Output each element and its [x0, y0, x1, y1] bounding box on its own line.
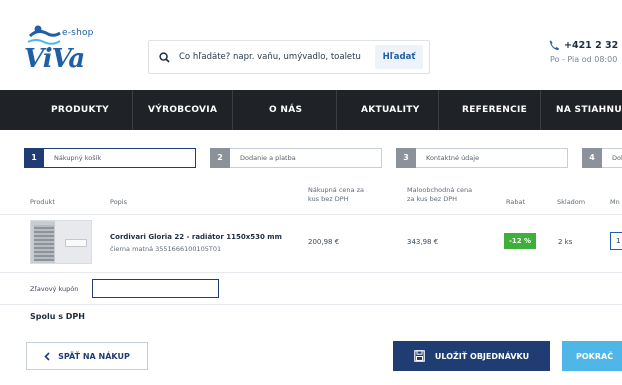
step-number: 2 [210, 147, 230, 168]
coupon-label: Zľavový kupón [30, 285, 79, 293]
col-header-retail-price: Maloobchodná cena za kus bez DPH [407, 186, 472, 204]
coupon-input[interactable] [92, 279, 219, 298]
main-nav: PRODUKTY VÝROBCOVIA O NÁS AKTUALITY REFE… [0, 90, 622, 130]
product-thumbnail[interactable] [30, 220, 92, 264]
search-input[interactable]: Čo hľadáte? napr. vaňu, umývadlo, toalet… [179, 52, 375, 62]
step-label: Dok [612, 154, 622, 162]
opening-hours: Po - Pia od 08:00 [550, 55, 618, 64]
table-divider [0, 272, 622, 273]
nav-separator [132, 90, 133, 130]
swimmer-logo-icon [27, 25, 61, 45]
col-header-product: Produkt [30, 198, 55, 206]
nav-item-manufacturers[interactable]: VÝROBCOVIA [148, 90, 217, 130]
col-header-purchase-line2: kus bez DPH [308, 194, 349, 203]
col-header-retail-line1: Maloobchodná cena [407, 186, 473, 194]
col-header-stock: Skladom [557, 198, 586, 206]
stock-count: 2 ks [558, 238, 573, 246]
quantity-input[interactable]: 1 [610, 232, 622, 250]
save-button-label: ULOŽIŤ OBJEDNÁVKU [434, 351, 530, 361]
step-label: Dodanie a platba [240, 154, 296, 162]
search-button[interactable]: Hľadať [375, 45, 423, 69]
chevron-left-icon [44, 351, 50, 361]
col-header-purchase-price: Nákupná cena za kus bez DPH [308, 186, 364, 204]
table-divider [0, 214, 622, 215]
col-header-retail-line2: za kus bez DPH [407, 194, 458, 203]
col-header-purchase-line1: Nákupná cena za [308, 186, 364, 194]
total-label: Spolu s DPH [30, 312, 85, 321]
checkout-step-delivery[interactable]: 2 Dodanie a platba [210, 147, 382, 168]
checkout-step-cart[interactable]: 1 Nákupný košík [24, 147, 196, 168]
save-icon [414, 350, 425, 362]
nav-item-news[interactable]: AKTUALITY [361, 90, 420, 130]
col-header-description: Popis [110, 198, 127, 206]
col-header-quantity: Mn [610, 198, 620, 206]
nav-separator [438, 90, 439, 130]
nav-separator [540, 90, 541, 130]
retail-price: 343,98 € [407, 238, 439, 246]
radiator-image [34, 225, 54, 261]
phone-number[interactable]: +421 2 32 2 [564, 40, 622, 51]
step-label: Nákupný košík [54, 154, 102, 162]
table-divider [0, 304, 622, 305]
step-label: Kontaktné údaje [426, 154, 480, 162]
search-bar: Čo hľadáte? napr. vaňu, umývadlo, toalet… [148, 40, 430, 74]
logo-eshop-text: e-shop [62, 28, 94, 38]
nav-item-products[interactable]: PRODUKTY [51, 90, 109, 130]
nav-separator [336, 90, 337, 130]
step-number: 4 [582, 147, 602, 168]
back-button-label: SPÄŤ NA NÁKUP [58, 351, 130, 361]
nav-item-about[interactable]: O NÁS [269, 90, 302, 130]
search-icon [149, 51, 179, 63]
nav-item-references[interactable]: REFERENCIE [462, 90, 527, 130]
continue-button-label: POKRAČ [576, 351, 614, 361]
phone-icon [549, 40, 559, 51]
product-name[interactable]: Cordivari Gloria 22 - radiátor 1150x530 … [110, 233, 282, 241]
contact-phone: +421 2 32 2 Po - Pia od 08:00 [548, 40, 622, 64]
viva-logo[interactable]: e-shop ViVa [24, 22, 124, 78]
step-number: 1 [24, 147, 44, 168]
nav-item-downloads[interactable]: NA STIAHNUT [556, 90, 622, 130]
back-to-shop-button[interactable]: SPÄŤ NA NÁKUP [26, 342, 148, 370]
sink-image [65, 239, 87, 247]
purchase-price: 200,98 € [308, 238, 340, 246]
checkout-step-documents[interactable]: 4 Dok [582, 147, 622, 168]
logo-viva-text: ViVa [24, 44, 85, 74]
save-order-button[interactable]: ULOŽIŤ OBJEDNÁVKU [393, 341, 550, 371]
product-code: čierna matná 3551666100105T01 [110, 245, 222, 253]
checkout-step-contact[interactable]: 3 Kontaktné údaje [396, 147, 568, 168]
step-number: 3 [396, 147, 416, 168]
col-header-discount: Rabat [506, 198, 526, 206]
nav-separator [232, 90, 233, 130]
continue-button[interactable]: POKRAČ [562, 341, 622, 371]
discount-badge: -12 % [504, 233, 536, 249]
